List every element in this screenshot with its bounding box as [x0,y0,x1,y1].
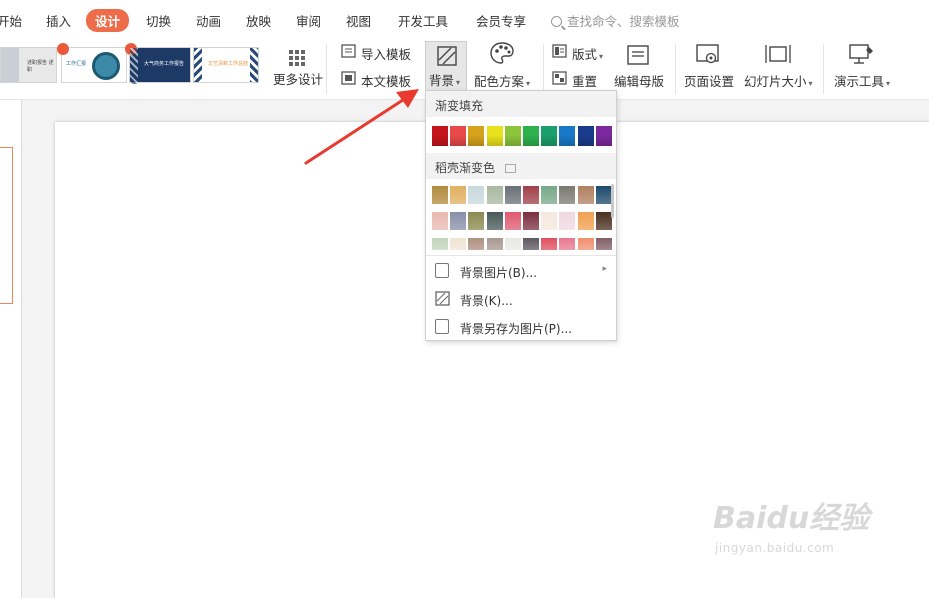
baidu-watermark: Baidu经验 jingyan.baidu.com [713,493,869,555]
watermark-url: jingyan.baidu.com [715,541,835,555]
watermark-logo: Baidu经验 [713,501,870,536]
